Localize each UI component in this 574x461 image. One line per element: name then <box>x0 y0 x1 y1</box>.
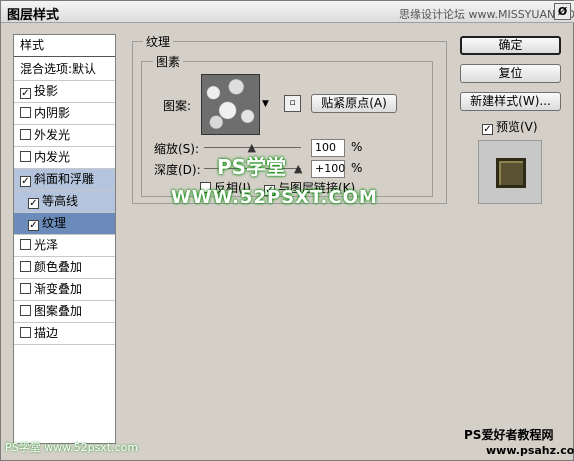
scale-label: 缩放(S): <box>154 142 200 156</box>
checkbox-outer-glow[interactable] <box>20 129 31 140</box>
depth-slider-thumb[interactable]: ▲ <box>294 162 302 175</box>
checkbox-inner-glow[interactable] <box>20 151 31 162</box>
preview-checkbox[interactable]: ✓ <box>482 124 493 135</box>
sidebar-item-label: 纹理 <box>42 216 67 230</box>
sidebar-item-drop-shadow[interactable]: ✓ 投影 <box>14 81 115 103</box>
pattern-swatch[interactable] <box>201 74 260 135</box>
pattern-group-title: 图素 <box>153 53 184 70</box>
checkbox-satin[interactable] <box>20 239 31 250</box>
watermark-bottom-right-url: www.psahz.com <box>486 444 574 457</box>
sidebar-item-label: 图案叠加 <box>34 304 83 318</box>
sidebar-item-pattern-overlay[interactable]: 图案叠加 <box>14 301 115 323</box>
sidebar-item-label: 描边 <box>34 326 59 340</box>
sidebar-item-bevel-emboss[interactable]: ✓ 斜面和浮雕 <box>14 169 115 191</box>
sidebar-item-label: 内阴影 <box>34 106 71 120</box>
watermark-bottom-right: PS爱好者教程网 <box>464 428 554 442</box>
ok-button[interactable]: 确定 <box>460 36 561 55</box>
sidebar-item-label: 斜面和浮雕 <box>34 172 95 186</box>
scale-percent: % <box>351 140 363 154</box>
blending-options-item[interactable]: 混合选项:默认 <box>14 59 115 81</box>
texture-group-title: 纹理 <box>143 33 174 50</box>
style-preview <box>478 140 542 204</box>
preview-label: 预览(V) <box>496 120 538 134</box>
sidebar-item-gradient-overlay[interactable]: 渐变叠加 <box>14 279 115 301</box>
sidebar-item-label: 颜色叠加 <box>34 260 83 274</box>
watermark-url: WWW.52PSXT.COM <box>171 187 378 208</box>
checkbox-inner-shadow[interactable] <box>20 107 31 118</box>
snap-to-origin-button[interactable]: 贴紧原点(A) <box>311 94 397 113</box>
close-button[interactable]: Ø <box>554 3 571 20</box>
title-bar: 图层样式 思缘设计论坛 www.MISSYUAN.COM Ø <box>1 1 574 23</box>
sidebar-item-stroke[interactable]: 描边 <box>14 323 115 345</box>
sidebar-item-inner-glow[interactable]: 内发光 <box>14 147 115 169</box>
depth-label: 深度(D): <box>154 163 201 177</box>
depth-input[interactable]: +100 <box>311 160 345 178</box>
styles-header[interactable]: 样式 <box>14 35 115 57</box>
sidebar-item-label: 渐变叠加 <box>34 282 83 296</box>
checkbox-drop-shadow[interactable]: ✓ <box>20 88 31 99</box>
sidebar-item-label: 等高线 <box>42 194 79 208</box>
checkbox-contour[interactable]: ✓ <box>28 198 39 209</box>
sidebar-item-texture[interactable]: ✓ 纹理 <box>14 213 115 235</box>
checkbox-pattern-overlay[interactable] <box>20 305 31 316</box>
preview-option[interactable]: ✓ 预览(V) <box>482 118 538 135</box>
dialog-title: 图层样式 <box>7 8 60 23</box>
reset-button[interactable]: 复位 <box>460 64 561 83</box>
new-style-button[interactable]: 新建样式(W)... <box>460 92 561 111</box>
sidebar-item-inner-shadow[interactable]: 内阴影 <box>14 103 115 125</box>
checkbox-color-overlay[interactable] <box>20 261 31 272</box>
sidebar-item-label: 光泽 <box>34 238 59 252</box>
sidebar-item-label: 投影 <box>34 84 59 98</box>
sidebar-item-contour[interactable]: ✓ 等高线 <box>14 191 115 213</box>
watermark-bottom-left: PS学堂 www.52psxt.com <box>5 441 139 454</box>
style-preview-thumbnail <box>496 158 526 188</box>
checkbox-bevel-emboss[interactable]: ✓ <box>20 176 31 187</box>
pattern-dropdown-arrow-icon[interactable]: ▼ <box>262 99 269 109</box>
new-preset-icon[interactable]: ▫ <box>284 95 301 112</box>
layer-style-dialog: 图层样式 思缘设计论坛 www.MISSYUAN.COM Ø 样式 混合选项:默… <box>0 0 574 461</box>
watermark-ps: PS学堂 <box>217 155 287 179</box>
sidebar-item-satin[interactable]: 光泽 <box>14 235 115 257</box>
depth-percent: % <box>351 161 363 175</box>
scale-input[interactable]: 100 <box>311 139 345 157</box>
watermark-top: 思缘设计论坛 www.MISSYUAN.COM <box>399 8 574 21</box>
sidebar-item-outer-glow[interactable]: 外发光 <box>14 125 115 147</box>
checkbox-gradient-overlay[interactable] <box>20 283 31 294</box>
sidebar-item-color-overlay[interactable]: 颜色叠加 <box>14 257 115 279</box>
pattern-label: 图案: <box>163 99 192 113</box>
checkbox-texture[interactable]: ✓ <box>28 220 39 231</box>
sidebar-item-label: 内发光 <box>34 150 71 164</box>
styles-list: 样式 混合选项:默认 ✓ 投影 内阴影 外发光 内发光 ✓ 斜面和浮雕 ✓ 等高线 ✓… <box>13 34 116 444</box>
sidebar-item-label: 外发光 <box>34 128 71 142</box>
checkbox-stroke[interactable] <box>20 327 31 338</box>
